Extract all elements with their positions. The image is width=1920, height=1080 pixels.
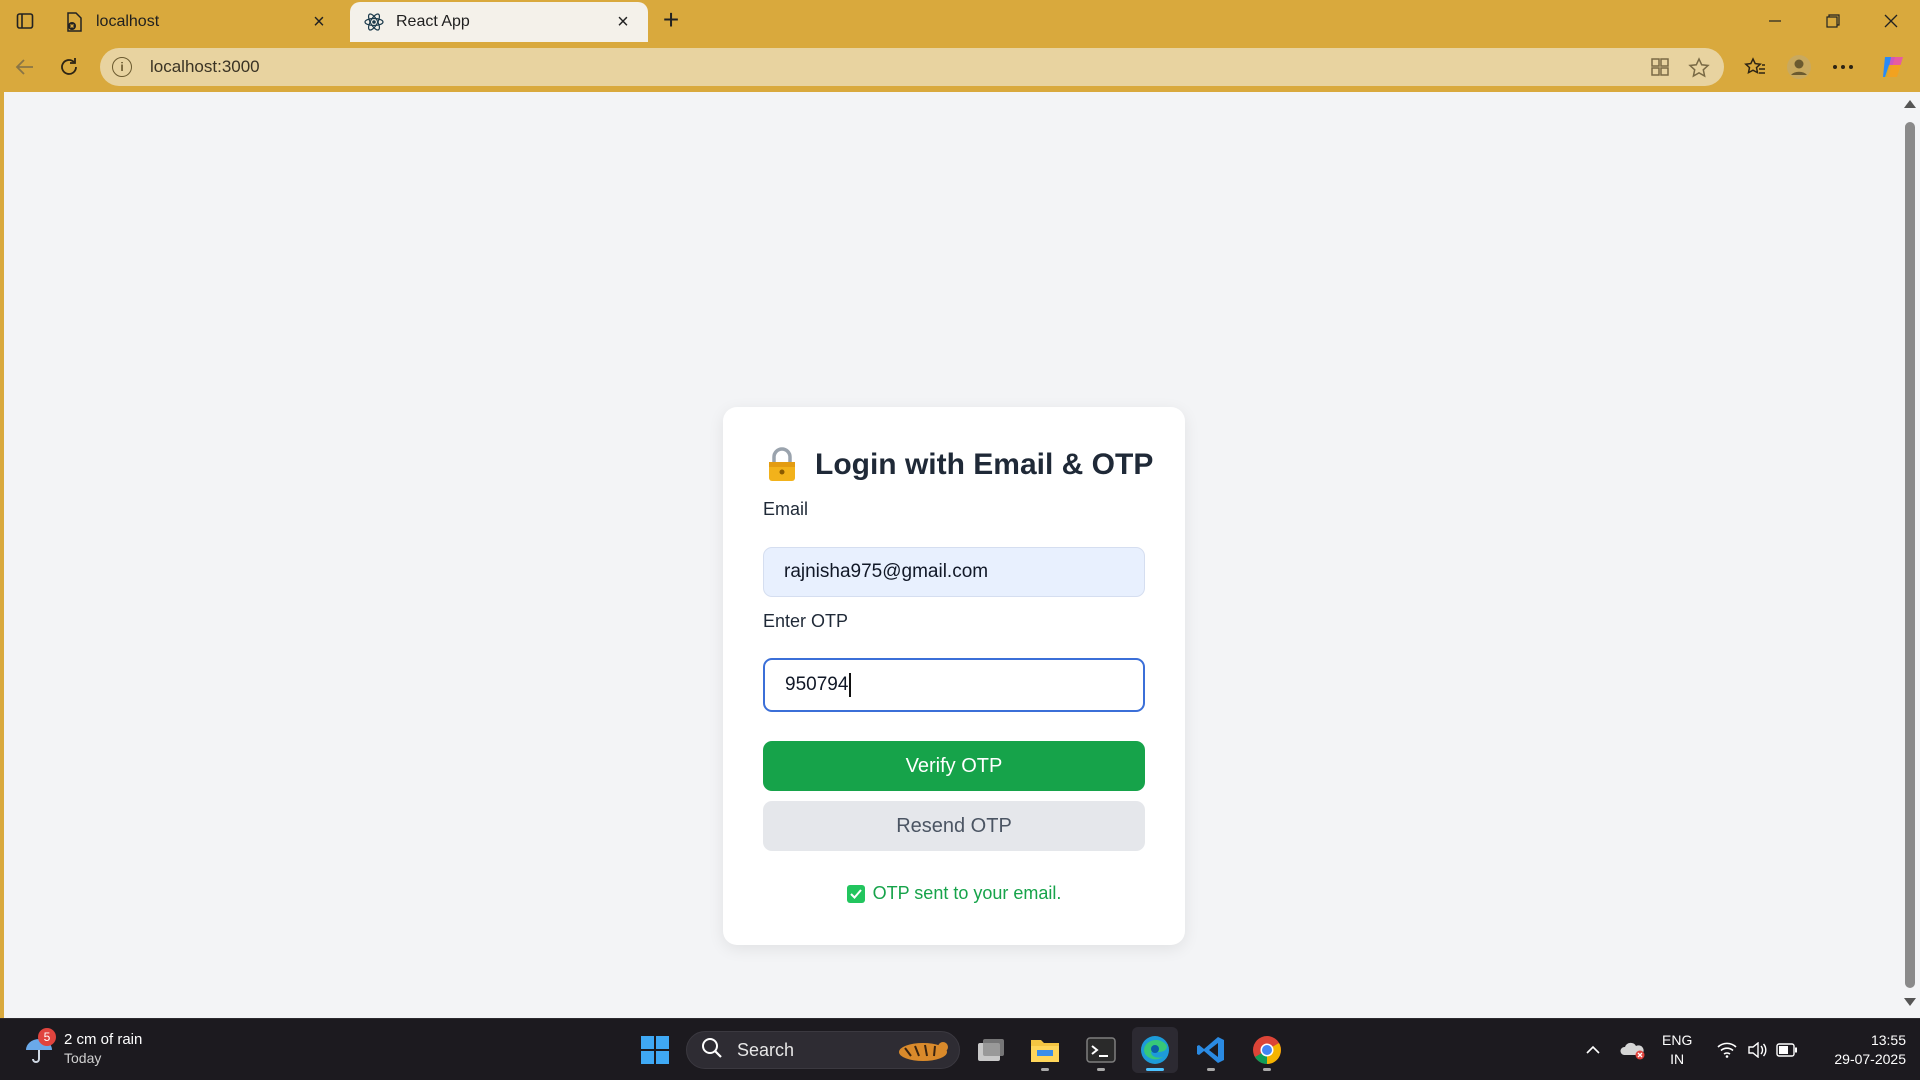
language-indicator[interactable]: ENG IN (1662, 1031, 1692, 1069)
restore-icon[interactable] (1804, 0, 1862, 42)
vscode-icon[interactable] (1188, 1027, 1234, 1073)
taskbar-search[interactable]: Search (686, 1031, 960, 1069)
scroll-up-icon[interactable] (1904, 100, 1916, 108)
status-message: OTP sent to your email. (723, 883, 1185, 904)
tab-react-app[interactable]: React App × (350, 2, 648, 42)
running-indicator (1263, 1068, 1271, 1071)
search-highlight-image (893, 1035, 953, 1070)
email-label: Email (763, 499, 809, 519)
taskbar: 5 2 cm of rain Today Search ENG IN 13:55… (0, 1018, 1920, 1080)
checkbox-icon (846, 884, 865, 903)
react-icon (364, 12, 384, 32)
close-icon[interactable]: × (308, 11, 330, 33)
more-icon[interactable] (1826, 50, 1860, 84)
otp-value: 950794 (785, 674, 849, 695)
weather-icon: 5 (22, 1027, 56, 1066)
terminal-icon[interactable] (1078, 1027, 1124, 1073)
star-icon[interactable] (1688, 57, 1710, 79)
scrollbar-thumb[interactable] (1905, 122, 1915, 988)
tab-favicon-localhost-icon (64, 12, 84, 32)
edge-icon[interactable] (1132, 1027, 1178, 1073)
copilot-icon[interactable] (1876, 50, 1910, 84)
browser-toolbar: i localhost:3000 (0, 42, 1920, 92)
address-url: localhost:3000 (150, 57, 260, 76)
clock-date: 29-07-2025 (1834, 1051, 1906, 1067)
resend-otp-button[interactable]: Resend OTP (763, 801, 1145, 851)
status-text: OTP sent to your email. (872, 883, 1062, 903)
volume-icon[interactable] (1744, 1019, 1770, 1080)
otp-label: Enter OTP (763, 611, 849, 631)
plus-icon[interactable]: + (656, 6, 686, 36)
tab-title: React App (396, 13, 470, 30)
lang-line2: IN (1670, 1051, 1685, 1067)
battery-icon[interactable] (1774, 1019, 1800, 1080)
running-indicator (1146, 1068, 1164, 1071)
otp-field[interactable]: 950794 (763, 658, 1145, 712)
weather-widget[interactable]: 5 2 cm of rain Today (22, 1027, 143, 1066)
wifi-icon[interactable] (1714, 1019, 1740, 1080)
running-indicator (1097, 1068, 1105, 1071)
verify-otp-button[interactable]: Verify OTP (763, 741, 1145, 791)
close-icon[interactable] (1862, 0, 1920, 42)
clock-time: 13:55 (1870, 1032, 1906, 1048)
page-title: Login with Email & OTP (765, 447, 1153, 483)
running-indicator (1041, 1068, 1049, 1071)
info-icon[interactable]: i (112, 57, 132, 77)
text-caret (849, 673, 851, 697)
back-icon[interactable] (8, 50, 42, 84)
email-value: rajnisha975@gmail.com (784, 561, 989, 582)
profile-icon[interactable] (1782, 50, 1816, 84)
minimize-icon[interactable] (1746, 0, 1804, 42)
weather-badge: 5 (38, 1027, 56, 1046)
chrome-icon[interactable] (1244, 1027, 1290, 1073)
lang-line1: ENG (1662, 1032, 1693, 1048)
browser-tabstrip: localhost × React App × + (0, 0, 1920, 42)
favorites-icon[interactable] (1738, 50, 1772, 84)
refresh-icon[interactable] (52, 50, 86, 84)
close-icon[interactable]: × (612, 11, 634, 33)
task-view-icon[interactable] (968, 1027, 1014, 1073)
file-explorer-icon[interactable] (1022, 1027, 1068, 1073)
weather-main: 2 cm of rain (64, 1031, 143, 1048)
app-icon[interactable] (1650, 57, 1672, 79)
tab-actions-icon[interactable] (10, 7, 40, 35)
address-bar[interactable]: i localhost:3000 (100, 48, 1724, 86)
tab-localhost[interactable]: localhost × (50, 2, 344, 42)
page-scrollbar[interactable] (1900, 92, 1920, 1018)
search-label: Search (737, 1039, 795, 1060)
search-icon (701, 1037, 723, 1064)
system-clock[interactable]: 13:55 29-07-2025 (1810, 1031, 1906, 1069)
chevron-up-icon[interactable] (1580, 1019, 1606, 1080)
email-field[interactable]: rajnisha975@gmail.com (763, 547, 1145, 597)
page-viewport: Login with Email & OTP Email rajnisha975… (4, 92, 1900, 1018)
onedrive-icon[interactable] (1618, 1019, 1648, 1080)
windows-icon[interactable] (632, 1027, 678, 1073)
weather-sub: Today (64, 1050, 102, 1066)
running-indicator (1207, 1068, 1215, 1071)
scroll-down-icon[interactable] (1904, 998, 1916, 1006)
lock-icon (765, 447, 801, 483)
login-card: Login with Email & OTP Email rajnisha975… (723, 407, 1185, 945)
tab-title: localhost (96, 13, 160, 30)
title-text: Login with Email & OTP (815, 448, 1154, 481)
